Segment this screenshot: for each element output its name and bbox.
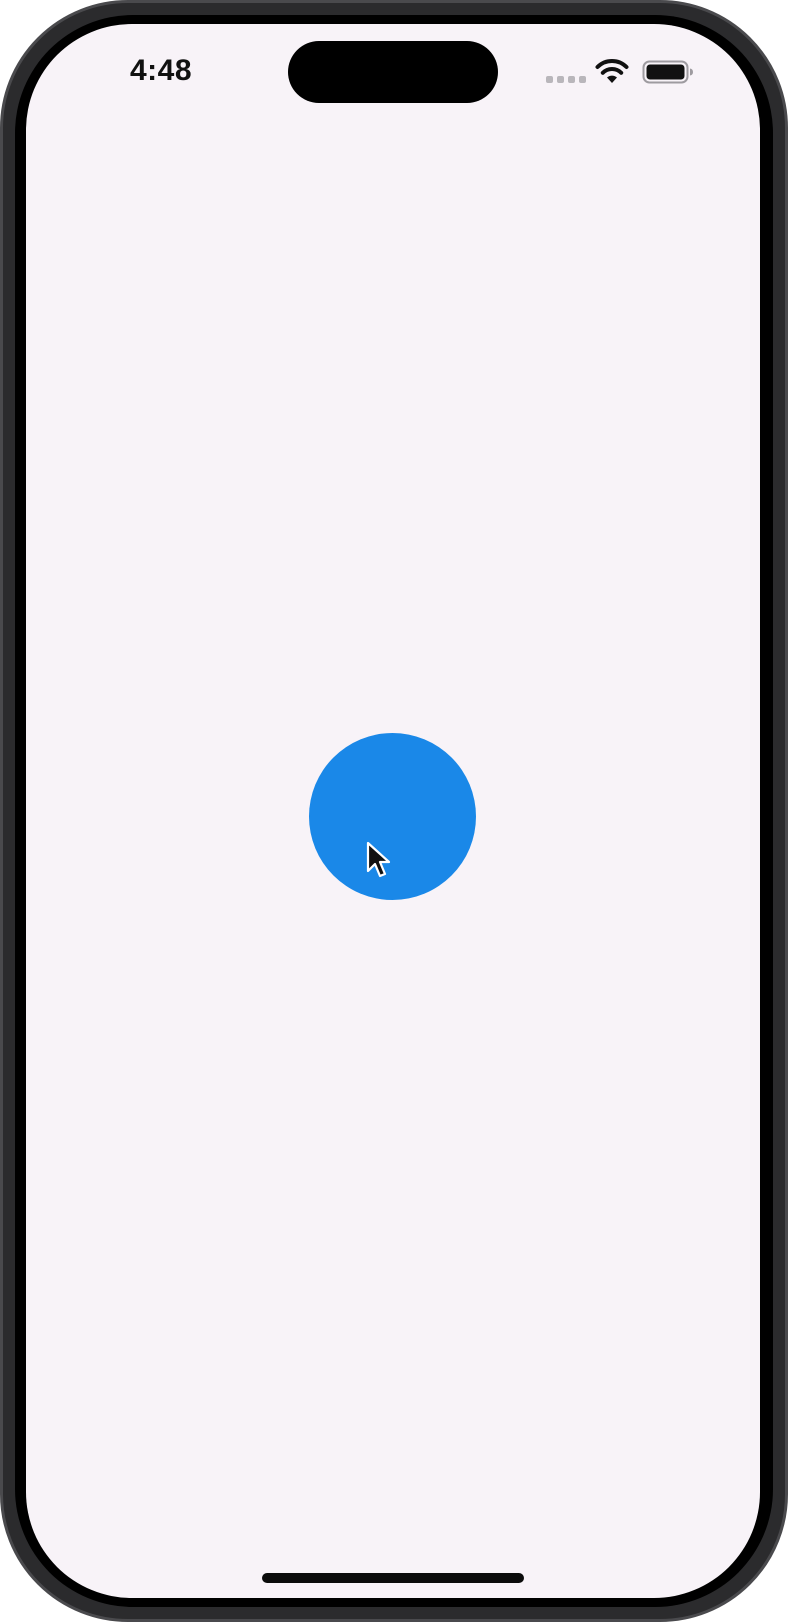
status-time: 4:48 xyxy=(130,54,193,87)
dynamic-island xyxy=(288,41,498,103)
home-indicator[interactable] xyxy=(262,1573,524,1583)
blue-circle-button[interactable] xyxy=(309,733,476,900)
app-screen: 4:48 xyxy=(26,24,760,1598)
wifi-icon xyxy=(595,59,629,83)
battery-icon xyxy=(642,60,693,84)
signal-dots-icon xyxy=(546,76,586,83)
